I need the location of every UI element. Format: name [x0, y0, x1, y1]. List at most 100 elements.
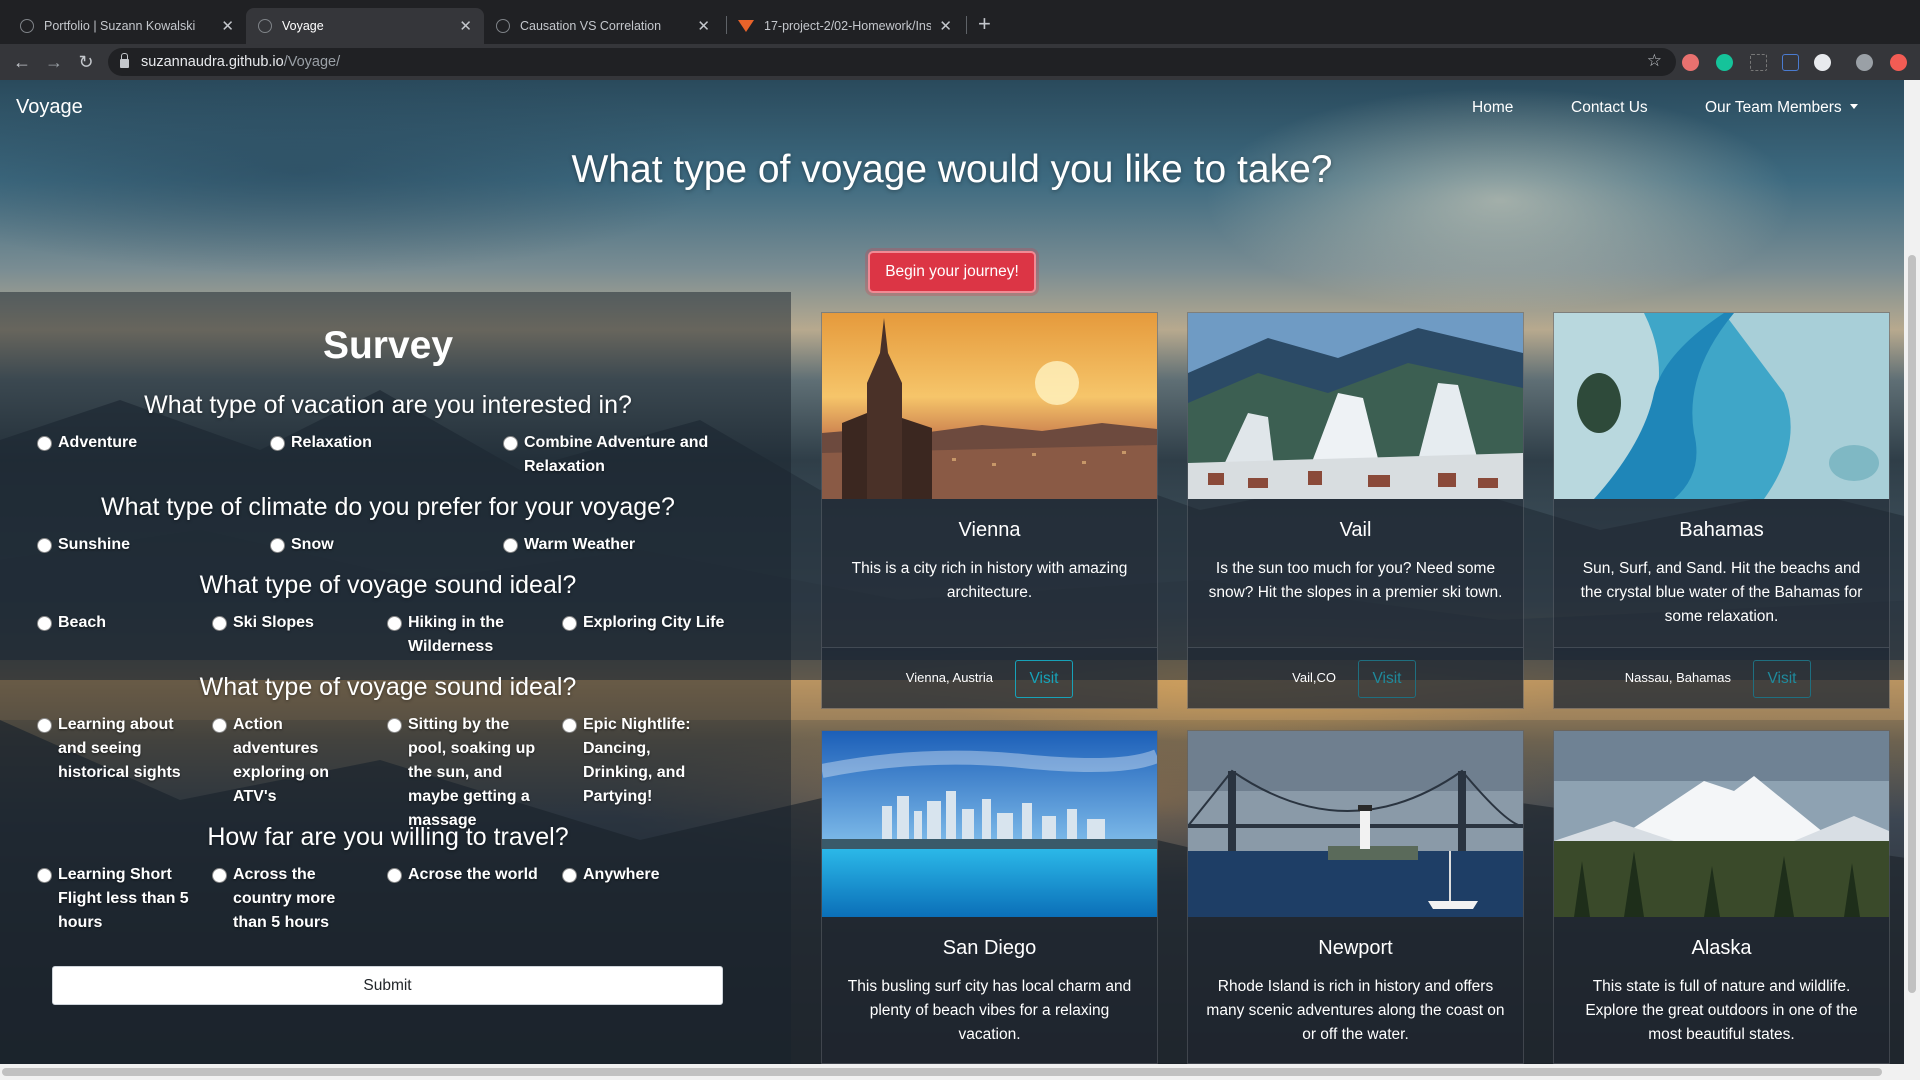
radio-button[interactable] — [212, 718, 227, 733]
option-hiking[interactable]: Hiking in the Wilderness — [387, 611, 547, 659]
reload-icon[interactable]: ↻ — [74, 50, 98, 74]
radio-button[interactable] — [270, 538, 285, 553]
radio-button[interactable] — [562, 616, 577, 631]
screenshot-extension-icon[interactable] — [1750, 54, 1767, 71]
destination-description: This state is full of nature and wildlif… — [1585, 978, 1858, 1043]
scrollbar-thumb[interactable] — [2, 1068, 1882, 1076]
radio-button[interactable] — [387, 616, 402, 631]
option-beach[interactable]: Beach — [37, 611, 197, 635]
begin-journey-button[interactable]: Begin your journey! — [868, 251, 1036, 293]
dark-reader-extension-icon[interactable] — [1814, 54, 1831, 71]
nav-team-label: Our Team Members — [1705, 99, 1842, 116]
option-across-world[interactable]: Acrose the world — [387, 863, 557, 887]
option-adventure[interactable]: Adventure — [37, 431, 217, 455]
option-combine[interactable]: Combine Adventure and Relaxation — [503, 431, 713, 479]
close-tab-icon[interactable]: ✕ — [939, 17, 952, 35]
option-snow[interactable]: Snow — [270, 533, 470, 557]
destination-name: Newport — [1318, 937, 1393, 959]
option-relaxation[interactable]: Relaxation — [270, 431, 470, 455]
option-pool[interactable]: Sitting by the pool, soaking up the sun,… — [387, 713, 547, 833]
nav-team-dropdown[interactable]: Our Team Members — [1705, 99, 1858, 117]
radio-button[interactable] — [562, 868, 577, 883]
visit-bahamas-button[interactable]: Visit — [1753, 660, 1811, 698]
option-label: Adventure — [58, 434, 138, 451]
vertical-scrollbar[interactable] — [1904, 80, 1920, 1080]
radio-button[interactable] — [270, 436, 285, 451]
radio-button[interactable] — [562, 718, 577, 733]
option-label: Exploring City Life — [583, 614, 725, 631]
destination-name: Bahamas — [1679, 519, 1764, 541]
option-across-country[interactable]: Across the country more than 5 hours — [212, 863, 372, 935]
radio-button[interactable] — [37, 616, 52, 631]
san-diego-image — [822, 731, 1157, 917]
radio-button[interactable] — [37, 718, 52, 733]
destination-name: Alaska — [1691, 937, 1752, 959]
option-label: Across the country more than 5 hours — [233, 866, 336, 931]
option-label: Combine Adventure and Relaxation — [524, 434, 709, 475]
tab-causation[interactable]: Causation VS Correlation ✕ — [484, 8, 722, 44]
back-arrow-icon[interactable]: ← — [10, 50, 34, 74]
close-tab-icon[interactable]: ✕ — [697, 17, 710, 35]
tab-title: 17-project-2/02-Homework/Inst — [764, 19, 932, 33]
option-historical[interactable]: Learning about and seeing historical sig… — [37, 713, 202, 785]
option-anywhere[interactable]: Anywhere — [562, 863, 722, 887]
destination-name: San Diego — [942, 937, 1037, 959]
horizontal-scrollbar[interactable] — [0, 1064, 1904, 1080]
option-nightlife[interactable]: Epic Nightlife: Dancing, Drinking, and P… — [562, 713, 722, 809]
forward-arrow-icon[interactable]: → — [42, 50, 66, 74]
screen-record-extension-icon[interactable] — [1682, 54, 1699, 71]
radio-button[interactable] — [387, 868, 402, 883]
destination-name: Vienna — [958, 519, 1021, 541]
radio-button[interactable] — [503, 538, 518, 553]
option-atv[interactable]: Action adventures exploring on ATV's — [212, 713, 372, 809]
alaska-image — [1554, 731, 1889, 917]
link-extension-icon[interactable] — [1782, 54, 1799, 71]
grammarly-extension-icon[interactable] — [1716, 54, 1733, 71]
url-host: suzannaudra.github.io — [141, 54, 284, 70]
alaska-photo — [1554, 731, 1889, 917]
globe-icon — [258, 19, 272, 33]
nav-contact-link[interactable]: Contact Us — [1571, 99, 1648, 117]
option-label: Learning Short Flight less than 5 hours — [58, 866, 189, 931]
close-tab-icon[interactable]: ✕ — [459, 17, 472, 35]
nav-home-link[interactable]: Home — [1472, 99, 1513, 117]
bookmark-star-icon[interactable]: ☆ — [1647, 51, 1662, 71]
option-label: Beach — [58, 614, 107, 631]
option-short-flight[interactable]: Learning Short Flight less than 5 hours — [37, 863, 197, 935]
scrollbar-thumb[interactable] — [1908, 255, 1916, 993]
san-diego-photo — [822, 731, 1157, 917]
visit-vienna-button[interactable]: Visit — [1015, 660, 1073, 698]
browser-tab-strip: Portfolio | Suzann Kowalski ✕ Voyage ✕ C… — [0, 0, 1920, 44]
radio-button[interactable] — [387, 718, 402, 733]
address-bar[interactable]: suzannaudra.github.io/Voyage/ ☆ — [108, 48, 1676, 76]
profile-avatar-icon[interactable] — [1856, 54, 1873, 71]
browser-toolbar: ← → ↻ suzannaudra.github.io/Voyage/ ☆ — [0, 44, 1920, 80]
option-label: Warm Weather — [524, 536, 636, 553]
tab-title: Causation VS Correlation — [520, 19, 662, 33]
radio-button[interactable] — [37, 538, 52, 553]
option-ski-slopes[interactable]: Ski Slopes — [212, 611, 372, 635]
visit-vail-button[interactable]: Visit — [1358, 660, 1416, 698]
option-label: Sunshine — [58, 536, 131, 553]
option-warm-weather[interactable]: Warm Weather — [503, 533, 713, 557]
newport-photo — [1188, 731, 1523, 917]
close-tab-icon[interactable]: ✕ — [221, 17, 234, 35]
radio-button[interactable] — [212, 868, 227, 883]
radio-button[interactable] — [37, 868, 52, 883]
option-city-life[interactable]: Exploring City Life — [562, 611, 732, 635]
new-tab-icon[interactable]: + — [978, 12, 991, 36]
radio-button[interactable] — [212, 616, 227, 631]
tab-portfolio[interactable]: Portfolio | Suzann Kowalski ✕ — [8, 8, 246, 44]
radio-button[interactable] — [37, 436, 52, 451]
update-menu-icon[interactable] — [1890, 54, 1907, 71]
tab-gitlab[interactable]: 17-project-2/02-Homework/Inst ✕ — [726, 8, 964, 44]
vienna-photo — [822, 313, 1157, 499]
site-brand[interactable]: Voyage — [16, 96, 83, 119]
tab-voyage[interactable]: Voyage ✕ — [246, 8, 484, 44]
globe-icon — [20, 19, 34, 33]
radio-button[interactable] — [503, 436, 518, 451]
survey-question-distance: How far are you willing to travel? — [207, 823, 569, 851]
submit-button[interactable]: Submit — [52, 966, 723, 1005]
option-sunshine[interactable]: Sunshine — [37, 533, 217, 557]
caret-down-icon — [1849, 104, 1858, 109]
